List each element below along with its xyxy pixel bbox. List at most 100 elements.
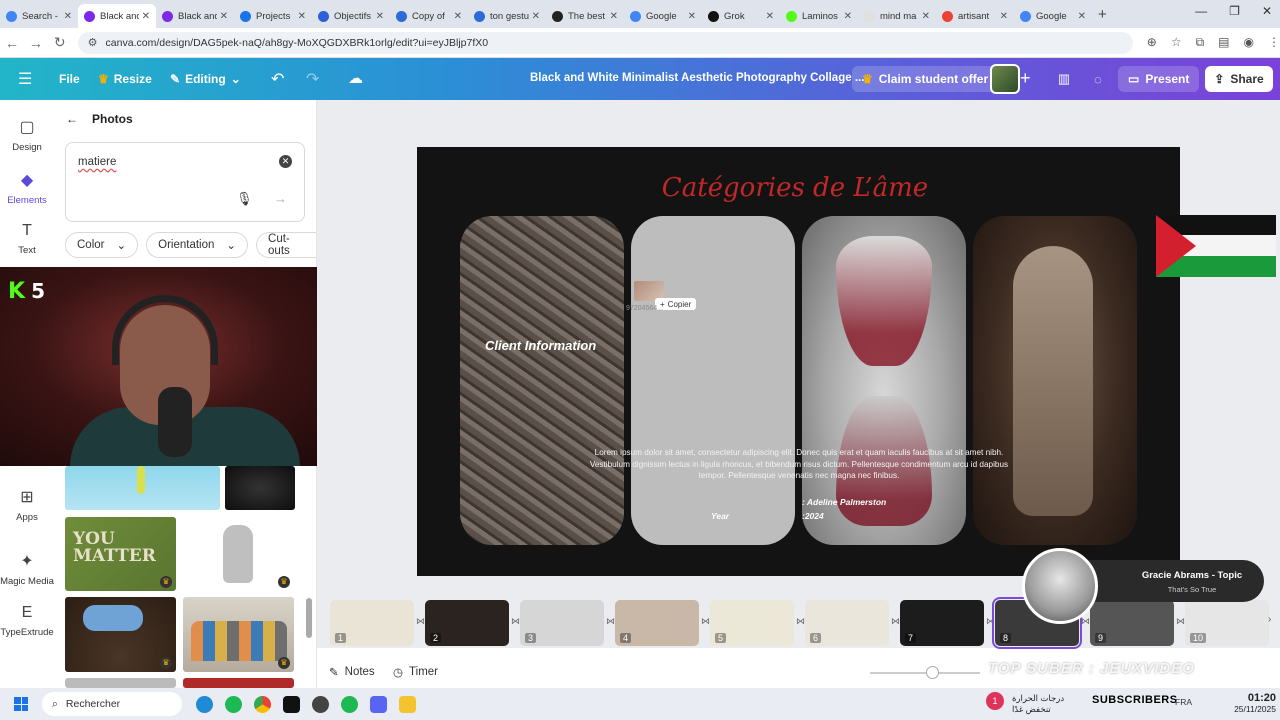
tiktok-icon[interactable] [283, 695, 300, 713]
comment-icon[interactable]: ◌ [1086, 67, 1110, 91]
rail-text[interactable]: T Text [0, 222, 54, 256]
photo-result[interactable] [65, 466, 220, 510]
close-tab-icon[interactable]: ✕ [64, 11, 72, 22]
rail-apps[interactable]: ⊞ Apps [0, 487, 54, 523]
lorem-paragraph[interactable]: Lorem ipsum dolor sit amet, consectetur … [585, 447, 1013, 482]
filter-color[interactable]: Color ⌄ [65, 232, 139, 258]
author-name[interactable]: : Adeline Palmerston [802, 497, 886, 507]
folder-icon[interactable] [399, 695, 416, 713]
taskbar-search[interactable]: ⌕ Rechercher [42, 692, 182, 716]
redo-icon[interactable]: ↷ [306, 69, 319, 89]
menu-dots-icon[interactable]: ⋮ [1268, 35, 1280, 50]
transition-icon[interactable]: ⋈ [891, 616, 900, 627]
close-tab-icon[interactable]: ✕ [844, 11, 852, 22]
page-thumbnail[interactable]: 1 [330, 600, 414, 646]
clear-search-icon[interactable]: ✕ [279, 155, 292, 168]
extensions-icon[interactable]: ⧉ [1196, 35, 1205, 50]
cloud-save-icon[interactable]: ☁ [348, 69, 363, 87]
photo-result[interactable]: ♛ [183, 517, 294, 591]
page-thumbnail[interactable]: 9 [1090, 600, 1174, 646]
page-thumbnail[interactable]: 2 [425, 600, 509, 646]
rail-elements[interactable]: ◆ Elements [0, 170, 54, 206]
notes-button[interactable]: ✎ Notes [329, 665, 375, 679]
browser-tab[interactable]: Google ✕ [1014, 4, 1092, 28]
back-arrow-icon[interactable]: ← [66, 112, 78, 126]
browser-tab[interactable]: Google ✕ [624, 4, 702, 28]
transition-icon[interactable]: ⋈ [796, 616, 805, 627]
resize-button[interactable]: ♛ Resize [98, 72, 152, 86]
close-tab-icon[interactable]: ✕ [1078, 11, 1086, 22]
profile-icon[interactable]: ◉ [1244, 35, 1254, 50]
spotify-icon-2[interactable] [341, 695, 358, 713]
close-tab-icon[interactable]: ✕ [142, 11, 150, 22]
photo-result[interactable]: ♛ [183, 597, 294, 672]
page-thumbnail[interactable]: 5 [710, 600, 794, 646]
hourglass-photo-card[interactable] [802, 216, 966, 545]
close-tab-icon[interactable]: ✕ [454, 11, 462, 22]
photo-result[interactable] [183, 678, 294, 688]
page-thumbnail[interactable]: 3 [520, 600, 604, 646]
transition-icon[interactable]: ⋈ [701, 616, 710, 627]
chrome-icon[interactable] [254, 695, 271, 713]
close-tab-icon[interactable]: ✕ [532, 11, 540, 22]
close-tab-icon[interactable]: ✕ [688, 11, 696, 22]
submit-arrow-icon[interactable]: → [274, 191, 287, 206]
system-clock[interactable]: 01:20 25/11/2025 [1232, 692, 1276, 714]
next-pages-icon[interactable]: › [1268, 614, 1271, 625]
present-button[interactable]: ▭ Present [1118, 66, 1200, 92]
panel-scrollbar[interactable] [306, 598, 312, 638]
photo-result[interactable] [225, 466, 295, 510]
notification-badge[interactable]: 1 [986, 692, 1004, 710]
transition-icon[interactable]: ⋈ [606, 616, 615, 627]
user-avatar[interactable] [990, 64, 1020, 94]
undo-icon[interactable]: ↶ [271, 69, 284, 89]
close-tab-icon[interactable]: ✕ [766, 11, 774, 22]
browser-tab[interactable]: artisant ✕ [936, 4, 1014, 28]
zoom-icon[interactable]: ⊕ [1147, 35, 1157, 50]
minimize-icon[interactable]: — [1195, 4, 1207, 18]
file-menu[interactable]: File [59, 72, 80, 86]
slide-title[interactable]: Catégories de L’âme [417, 173, 1173, 203]
close-tab-icon[interactable]: ✕ [376, 11, 384, 22]
share-button[interactable]: ⇪ Share [1205, 66, 1273, 92]
filter-orientation[interactable]: Orientation ⌄ [146, 232, 249, 258]
photo-result[interactable]: YOU MATTER ♛ [65, 517, 176, 591]
date-value[interactable]: :2024 [802, 511, 824, 521]
zoom-slider[interactable] [870, 672, 980, 674]
transition-icon[interactable]: ⋈ [986, 616, 995, 627]
design-title[interactable]: Black and White Minimalist Aesthetic Pho… [530, 72, 864, 84]
statue-photo-card[interactable] [973, 216, 1137, 545]
browser-tab[interactable]: Black and ✕ [78, 4, 156, 28]
close-tab-icon[interactable]: ✕ [610, 11, 618, 22]
browser-tab[interactable]: ton gestu ✕ [468, 4, 546, 28]
hamburger-icon[interactable]: ☰ [18, 69, 32, 89]
search-input[interactable]: matiere [78, 156, 116, 168]
chatgpt-icon[interactable] [312, 695, 329, 713]
zoom-slider-handle[interactable] [926, 666, 939, 679]
photo-result[interactable] [65, 678, 176, 688]
sidebar-icon[interactable]: ▤ [1218, 35, 1229, 50]
browser-tab[interactable]: Laminos ✕ [780, 4, 858, 28]
rail-magic-media[interactable]: ✦ Magic Media [0, 551, 54, 587]
insights-chart-icon[interactable]: ▥ [1052, 67, 1076, 91]
filter-cutouts[interactable]: Cut-outs [256, 232, 316, 258]
new-tab-icon[interactable]: + [1098, 6, 1107, 23]
back-icon[interactable]: ← [0, 35, 24, 51]
page-thumbnail[interactable]: 6 [805, 600, 889, 646]
page-thumbnail[interactable]: 7 [900, 600, 984, 646]
close-tab-icon[interactable]: ✕ [220, 11, 228, 22]
rope-photo-card[interactable]: Client Information [460, 216, 624, 545]
site-info-icon[interactable]: ⚙ [88, 36, 98, 49]
edge-icon[interactable] [196, 695, 213, 713]
claim-student-offer-button[interactable]: ♛ Claim student offer [852, 66, 999, 92]
language-indicator[interactable]: FRA [1175, 697, 1192, 707]
browser-tab[interactable]: Copy of ✕ [390, 4, 468, 28]
transition-icon[interactable]: ⋈ [1176, 616, 1185, 627]
timer-button[interactable]: ◷ Timer [393, 665, 438, 679]
url-field[interactable]: ⚙ canva.com/design/DAG5pek-naQ/ah8gy-MoX… [77, 31, 1133, 54]
page-thumbnail[interactable]: 4 [615, 600, 699, 646]
browser-tab[interactable]: Projects ✕ [234, 4, 312, 28]
transition-icon[interactable]: ⋈ [1081, 616, 1090, 627]
close-window-icon[interactable]: ✕ [1262, 4, 1272, 18]
editing-mode-button[interactable]: ✎ Editing ⌄ [170, 72, 241, 86]
